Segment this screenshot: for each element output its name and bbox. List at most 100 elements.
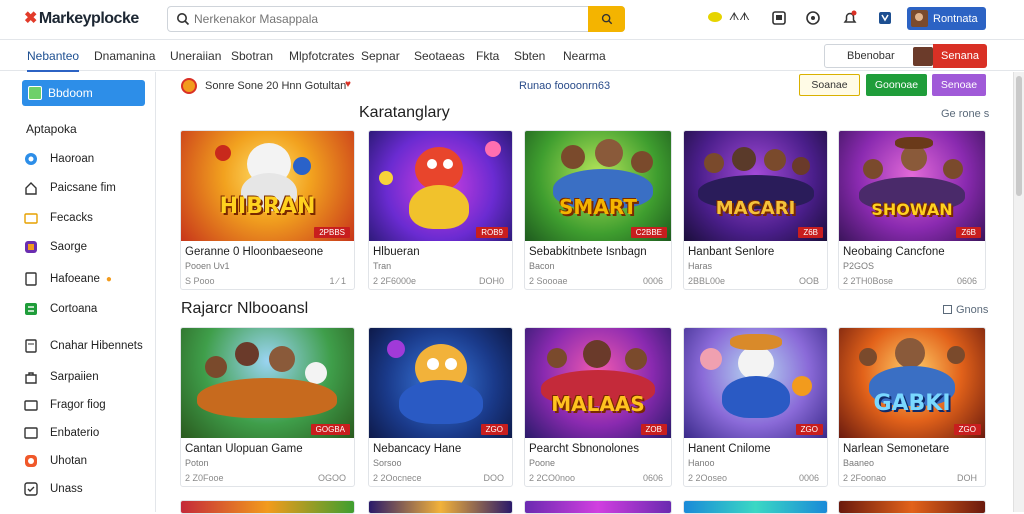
game-card[interactable]: ROB9 Hlbueran Tran 2 2F6000e DOH0 <box>368 130 513 290</box>
card-price: OOB <box>798 276 819 286</box>
fire-icon: ● <box>105 273 112 285</box>
see-all-link[interactable]: Gnons <box>943 304 988 316</box>
game-card[interactable]: SMART C2BBE Sebabkitnbete Isnbagn Bacon … <box>524 130 672 290</box>
game-card[interactable]: ZGO Hanent Cnilome Hanoo 2 2Ooseo 0006 <box>683 327 828 487</box>
card-price: 0606 <box>956 276 977 286</box>
sidebar-item-label: Haoroan <box>50 153 95 165</box>
avatar <box>913 47 933 66</box>
nav-account-label[interactable]: Bbenobar <box>847 50 895 62</box>
sidebar-item-active[interactable]: Bbdoom <box>22 80 145 106</box>
game-thumbnail: MALAAS ZOB <box>525 328 671 438</box>
sidebar-item[interactable]: Haoroan <box>24 150 94 168</box>
chat-icon <box>25 153 37 165</box>
section-title: Rajarcr Nlbooansl <box>181 300 309 317</box>
nav-item[interactable]: Mlpfotcrates <box>289 49 354 63</box>
filter-pill[interactable]: Goonoae <box>866 74 927 96</box>
nav-action-button[interactable]: Senana <box>933 44 987 68</box>
sidebar-item[interactable]: Unass <box>24 480 83 498</box>
nav-item[interactable]: Fkta <box>476 49 499 63</box>
card-price: 0606 <box>642 473 663 483</box>
section-title: Karatanglary <box>359 104 450 121</box>
sidebar-item[interactable]: Saorge <box>24 238 87 256</box>
card-price: DOH <box>957 473 977 483</box>
game-card[interactable]: SHOWAN Z6B Neobaing Cancfone P2GOS 2 2TH… <box>838 130 986 290</box>
nav-item[interactable]: Uneraiian <box>170 49 221 63</box>
nav-item[interactable]: Sbten <box>514 49 545 63</box>
bell-icon[interactable] <box>842 10 858 26</box>
nav-item[interactable]: Nebanteo <box>27 49 80 72</box>
price-tag: ZOB <box>640 424 667 435</box>
see-all-link[interactable]: Ge rone s <box>941 108 989 120</box>
nav-item[interactable]: Nearma <box>563 49 606 63</box>
card-price: 0006 <box>642 276 663 286</box>
sidebar: Bbdoom Aptapoka Haoroan Paicsane fim Fec… <box>0 72 156 512</box>
game-card[interactable]: GOGBA Cantan Ulopuan Game Poton 2 Z0Fooe… <box>180 327 355 487</box>
globe-icon[interactable] <box>805 10 821 26</box>
user-account-button[interactable]: Rontnata <box>907 7 986 30</box>
main-content: Sonre Sone 20 Hnn Gotultan ♥ Runao foooo… <box>157 72 1013 514</box>
sidebar-item[interactable]: Uhotan <box>24 452 87 470</box>
filter-pill[interactable]: Soanae <box>799 74 860 96</box>
heart-icon[interactable]: ♥ <box>345 79 351 90</box>
game-thumbnail: SHOWAN Z6B <box>839 131 985 241</box>
sidebar-item[interactable]: Sarpaiien <box>24 368 99 386</box>
game-thumbnail: HIBRAN 2PBBS <box>181 131 354 241</box>
price-tag: Z6B <box>798 227 823 238</box>
home-icon <box>25 182 37 195</box>
game-logo: GABKI <box>873 391 951 416</box>
card-subtitle: Hanoo <box>688 458 715 468</box>
top-bar: ✖Markeyplocke ᗑᗑ Rontnata <box>0 0 1024 40</box>
sidebar-item[interactable]: Enbaterio <box>24 424 99 442</box>
search-box[interactable] <box>167 6 625 32</box>
search-input[interactable] <box>194 10 584 28</box>
card-price: OGOO <box>317 473 346 483</box>
sidebar-item[interactable]: Fragor fiog <box>24 396 106 414</box>
card-rating: 2 2TH0Bose <box>843 276 894 286</box>
game-logo: MALAAS <box>551 392 645 416</box>
card-subtitle: Baaneo <box>843 458 875 468</box>
nav-item[interactable]: Dnamanina <box>94 49 155 63</box>
favorite-icon[interactable] <box>181 78 197 94</box>
sidebar-item[interactable]: Cnahar Hibennets <box>24 337 143 355</box>
card-title: Geranne 0 Hloonbaeseone <box>185 246 324 258</box>
card-rating: 2 2Foonao <box>843 473 887 483</box>
nav-item[interactable]: Sbotran <box>231 49 273 63</box>
bookmark-icon[interactable] <box>877 10 893 26</box>
game-card[interactable]: GABKI ZGO Narlean Semonetare Baaneo 2 2F… <box>838 327 986 487</box>
game-thumbnail: GOGBA <box>181 328 354 438</box>
app-icon <box>25 241 37 253</box>
scrollbar[interactable] <box>1013 72 1024 512</box>
card-price: 1 ∕ 1 <box>329 276 346 286</box>
cart-icon[interactable] <box>771 10 787 26</box>
sidebar-item-label: Bbdoom <box>48 86 93 100</box>
sidebar-item[interactable]: Hafoeane ● <box>24 270 112 288</box>
sidebar-item-label: Unass <box>50 483 83 495</box>
sidebar-item-label: Hafoeane <box>50 273 100 285</box>
game-card[interactable]: MACARI Z6B Hanbant Senlore Haras 2BBL00e… <box>683 130 828 290</box>
game-logo: MACARI <box>715 198 796 219</box>
search-icon <box>177 13 190 26</box>
sidebar-item-label: Paicsane fim <box>50 182 116 194</box>
sidebar-item[interactable]: Paicsane fim <box>24 179 116 197</box>
nav-item[interactable]: Seotaeas <box>414 49 465 63</box>
game-card[interactable]: HIBRAN 2PBBS Geranne 0 Hloonbaeseone Poo… <box>180 130 355 290</box>
scrollbar-thumb[interactable] <box>1016 76 1022 196</box>
inbox-icon <box>24 427 38 439</box>
filter-pill[interactable]: Senoae <box>932 74 986 96</box>
card-title: Pearcht Sbnonolones <box>529 443 639 455</box>
nav-item[interactable]: Sepnar <box>361 49 400 63</box>
sidebar-item[interactable]: Fecacks <box>24 209 93 227</box>
game-card[interactable]: ZGO Nebancacy Hane Sorsoo 2 2Oocnece DOO <box>368 327 513 487</box>
price-tag: C2BBE <box>630 227 667 238</box>
search-button[interactable] <box>588 6 625 32</box>
price-tag: ZGO <box>953 424 981 435</box>
game-thumbnail: SMART C2BBE <box>525 131 671 241</box>
filter-summary[interactable]: Sonre Sone 20 Hnn Gotultan <box>205 80 346 92</box>
sidebar-item[interactable]: Cortoana <box>24 300 97 318</box>
game-card[interactable]: MALAAS ZOB Pearcht Sbnonolones Poone 2 2… <box>524 327 672 487</box>
app-logo[interactable]: ✖ Markeyplocke <box>24 8 139 28</box>
card-rating: 2 2Ooseo <box>688 473 728 483</box>
search-submit-icon <box>601 13 612 25</box>
center-link[interactable]: Runao foooonrn63 <box>519 80 610 92</box>
coin-balance[interactable]: ᗑᗑ <box>729 11 750 24</box>
